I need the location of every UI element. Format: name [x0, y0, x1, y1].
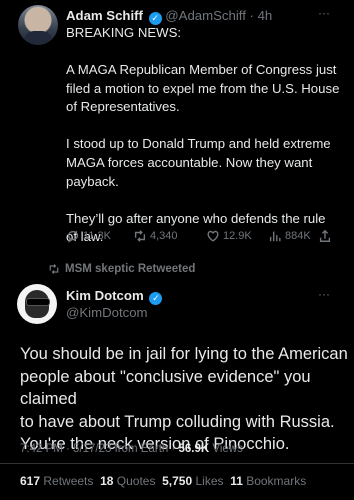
retweet-banner[interactable]: MSM skeptic Retweeted	[48, 263, 195, 275]
retweet-button[interactable]: 4,340	[133, 229, 178, 243]
tweet-line: of Representatives.	[66, 99, 180, 115]
tweet-line: I stood up to Donald Trump and held extr…	[66, 136, 331, 152]
likes-link[interactable]: 5,750 Likes	[162, 474, 223, 488]
tweet-line: payback.	[66, 173, 119, 189]
reply-count: 11.3K	[83, 230, 111, 242]
views-count: 56.9K	[178, 443, 210, 455]
bookmarks-count: 11	[230, 474, 243, 488]
retweet-count: 4,340	[150, 230, 178, 242]
tweet-line: BREAKING NEWS:	[66, 25, 182, 40]
tweet-line: They’ll go after anyone who defends the …	[66, 210, 326, 226]
views-count: 884K	[285, 230, 311, 242]
tweet-line: MAGA forces accountable. Now they want	[66, 154, 313, 170]
reply-button[interactable]: 11.3K	[66, 229, 111, 243]
likes-count: 5,750	[162, 474, 193, 488]
tweet2-text: You should be in jail for lying to the A…	[20, 343, 354, 456]
likes-label: Likes	[192, 474, 224, 488]
heart-icon	[207, 230, 219, 242]
divider	[0, 463, 354, 464]
avatar-kim-dotcom[interactable]	[17, 284, 57, 324]
tweet-line: A MAGA Republican Member of Congress jus…	[66, 61, 337, 77]
tweet-line: people about "conclusive evidence" you c…	[20, 367, 311, 409]
retweets-count: 617	[20, 474, 41, 488]
author-name[interactable]: Kim Dotcom	[66, 288, 144, 303]
author-name[interactable]: Adam Schiff	[66, 8, 143, 23]
tweet-meta: 7:42 PM · 5/17/23 from Earth · 56.9K Vie…	[20, 443, 243, 455]
retweet-icon	[134, 230, 146, 242]
like-count: 12.9K	[223, 230, 252, 242]
reply-icon	[67, 230, 79, 243]
more-options-icon[interactable]: ···	[318, 6, 330, 20]
avatar-adam-schiff[interactable]	[18, 5, 58, 45]
author-handle[interactable]: @AdamSchiff	[165, 8, 246, 23]
quotes-link[interactable]: 18 Quotes	[100, 474, 155, 488]
tweet-line: filed a motion to expel me from the U.S.…	[66, 80, 340, 96]
retweet-icon	[49, 264, 59, 274]
tweet-timestamp[interactable]: 7:42 PM · 5/17/23 from Earth ·	[20, 443, 179, 455]
more-options-icon[interactable]: ···	[318, 287, 330, 301]
share-icon	[319, 229, 331, 242]
views-chart-icon	[269, 231, 281, 242]
verified-badge-icon: ✓	[149, 292, 163, 305]
bookmarks-label: Bookmarks	[242, 474, 307, 488]
tweet2-name-row: Kim Dotcom ✓	[66, 288, 163, 305]
tweet-line: You should be in jail for lying to the A…	[20, 345, 348, 363]
views-button[interactable]: 884K	[268, 229, 311, 243]
views-label: Views	[209, 443, 243, 455]
bookmarks-link[interactable]: 11 Bookmarks	[230, 474, 306, 488]
retweets-link[interactable]: 617 Retweets	[20, 474, 93, 488]
quotes-label: Quotes	[113, 474, 156, 488]
retweets-label: Retweets	[40, 474, 94, 488]
share-button[interactable]	[318, 229, 332, 248]
engagement-row: 617 Retweets 18 Quotes 5,750 Likes 11 Bo…	[20, 474, 306, 488]
retweet-banner-text: MSM skeptic Retweeted	[65, 263, 196, 275]
quotes-count: 18	[100, 474, 114, 488]
tweet-line: to have about Trump colluding with Russi…	[20, 412, 335, 431]
like-button[interactable]: 12.9K	[206, 229, 252, 243]
tweet1-header: Adam Schiff ✓ @AdamSchiff · 4h	[66, 8, 272, 25]
tweet-time[interactable]: · 4h	[250, 8, 273, 23]
tweet1-text: BREAKING NEWS: A MAGA Republican Member …	[66, 24, 339, 247]
author-handle[interactable]: @KimDotcom	[66, 305, 148, 320]
